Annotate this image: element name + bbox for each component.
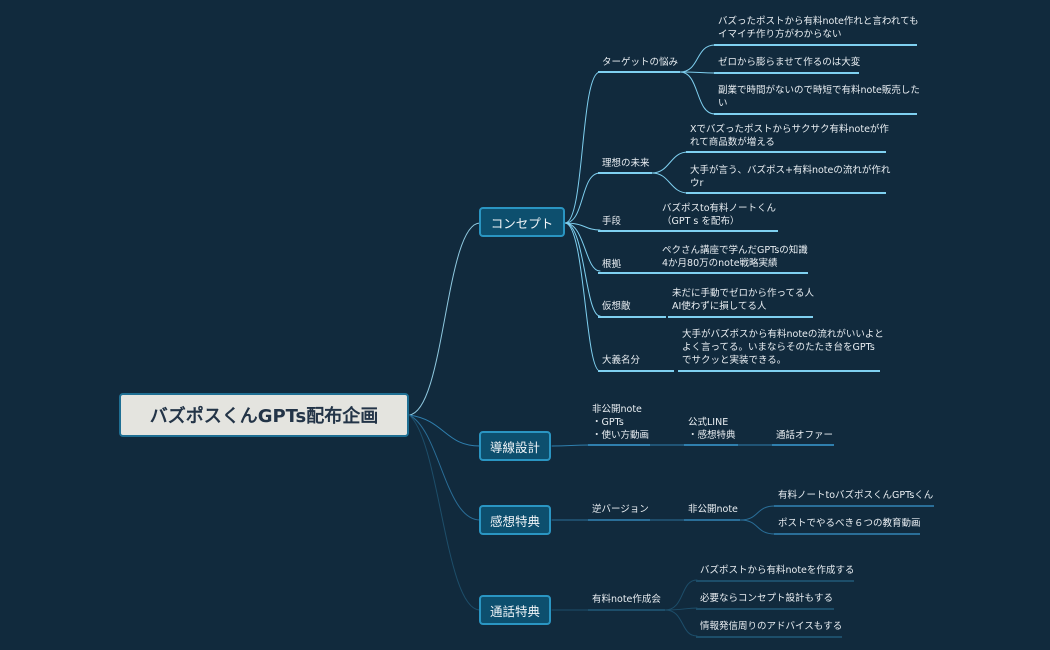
worries-item-1[interactable]: バズったポストから有料note作れと言われても イマイチ作り方がわからない bbox=[718, 15, 919, 41]
cause-underline bbox=[598, 370, 674, 372]
worries-label[interactable]: ターゲットの悩み bbox=[602, 56, 678, 69]
worries-item-2[interactable]: ゼロから膨らませて作るのは大変 bbox=[718, 56, 860, 69]
means-text[interactable]: バズポスto有料ノートくん （GPT s を配布） bbox=[662, 202, 776, 228]
ideal-item-1[interactable]: Xでバズったポストからサクサク有料noteが作 れて商品数が増える bbox=[690, 123, 889, 149]
funnel-step-3-underline bbox=[772, 444, 834, 446]
ideal-item-2-underline bbox=[686, 192, 886, 194]
review-item-2[interactable]: ポストでやるべき６つの教育動画 bbox=[778, 517, 921, 530]
means-text-underline bbox=[658, 230, 778, 232]
enemy-label[interactable]: 仮想敵 bbox=[602, 300, 631, 313]
ideal-item-2[interactable]: 大手が言う、バズポス+有料noteの流れが作れ ウr bbox=[690, 164, 890, 190]
ideal-item-1-underline bbox=[686, 151, 886, 153]
call-step-1[interactable]: 有料note作成会 bbox=[592, 593, 661, 606]
worries-item-3[interactable]: 副業で時間がないので時短で有料note販売した い bbox=[718, 84, 920, 110]
review-item-2-underline bbox=[774, 533, 920, 535]
basis-label[interactable]: 根拠 bbox=[602, 258, 621, 271]
cause-label[interactable]: 大義名分 bbox=[602, 354, 640, 367]
review-item-1-underline bbox=[774, 505, 934, 507]
call-step-1-underline bbox=[588, 609, 665, 611]
means-label[interactable]: 手段 bbox=[602, 215, 621, 228]
enemy-underline bbox=[598, 316, 666, 318]
funnel-step-3[interactable]: 通話オファー bbox=[776, 429, 833, 442]
worries-item-3-underline bbox=[714, 113, 917, 115]
worries-item-2-underline bbox=[714, 72, 859, 74]
cause-text[interactable]: 大手がバズポスから有料noteの流れがいいよと よく言ってる。いまならそのたたき… bbox=[682, 328, 884, 367]
funnel-step-1[interactable]: 非公開note ・GPTs ・使い方動画 bbox=[592, 403, 649, 442]
branch-funnel[interactable]: 導線設計 bbox=[479, 431, 551, 461]
call-item-3-underline bbox=[696, 636, 842, 638]
funnel-step-2-underline bbox=[684, 444, 738, 446]
basis-text[interactable]: ペクさん講座で学んだGPTsの知識 4か月80万のnote戦略実績 bbox=[662, 244, 808, 270]
central-topic[interactable]: バズポスくんGPTs配布企画 bbox=[119, 393, 409, 437]
funnel-step-2[interactable]: 公式LINE ・感想特典 bbox=[688, 416, 736, 442]
enemy-text-underline bbox=[668, 316, 813, 318]
basis-underline bbox=[598, 272, 658, 274]
branch-review[interactable]: 感想特典 bbox=[479, 505, 551, 535]
ideal-label[interactable]: 理想の未来 bbox=[602, 157, 650, 170]
call-item-1-underline bbox=[696, 580, 854, 582]
enemy-text[interactable]: 未だに手動でゼロから作ってる人 AI使わずに損してる人 bbox=[672, 287, 814, 313]
worries-item-1-underline bbox=[714, 44, 917, 46]
call-item-2-underline bbox=[696, 608, 834, 610]
review-item-1[interactable]: 有料ノートtoバズポスくんGPTsくん bbox=[778, 489, 933, 502]
review-step-2-underline bbox=[684, 519, 740, 521]
cause-text-underline bbox=[678, 370, 880, 372]
review-step-1[interactable]: 逆バージョン bbox=[592, 503, 649, 516]
worries-underline bbox=[598, 71, 680, 73]
branch-call[interactable]: 通話特典 bbox=[479, 595, 551, 625]
call-item-2[interactable]: 必要ならコンセプト設計もする bbox=[700, 592, 833, 605]
review-step-1-underline bbox=[588, 519, 650, 521]
call-item-1[interactable]: バズポストから有料noteを作成する bbox=[700, 564, 854, 577]
basis-text-underline bbox=[658, 272, 808, 274]
branch-concept[interactable]: コンセプト bbox=[479, 207, 565, 237]
ideal-underline bbox=[598, 172, 652, 174]
means-underline bbox=[598, 230, 658, 232]
funnel-step-1-underline bbox=[588, 444, 650, 446]
call-item-3[interactable]: 情報発信周りのアドバイスもする bbox=[700, 620, 842, 633]
review-step-2[interactable]: 非公開note bbox=[688, 503, 738, 516]
